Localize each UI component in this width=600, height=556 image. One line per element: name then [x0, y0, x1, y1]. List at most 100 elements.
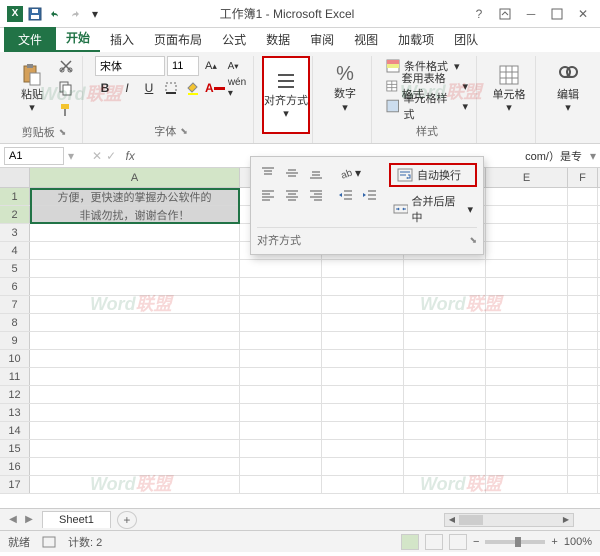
cell[interactable] — [404, 386, 486, 403]
zoom-out-icon[interactable]: − — [473, 536, 479, 548]
cell[interactable] — [568, 314, 598, 331]
scroll-right-icon[interactable]: ▶ — [559, 514, 573, 526]
row-header[interactable]: 17 — [0, 476, 30, 493]
cell[interactable] — [322, 368, 404, 385]
border-icon[interactable] — [161, 78, 181, 98]
cell[interactable] — [322, 476, 404, 493]
view-normal-icon[interactable] — [401, 534, 419, 550]
col-header-a[interactable]: A — [30, 168, 240, 187]
cell[interactable] — [568, 188, 598, 205]
font-color-icon[interactable]: A — [205, 78, 225, 98]
cut-icon[interactable] — [56, 56, 76, 76]
cell[interactable] — [404, 422, 486, 439]
zoom-in-icon[interactable]: + — [551, 536, 557, 548]
cell[interactable] — [568, 332, 598, 349]
tab-addins[interactable]: 加载项 — [388, 27, 444, 52]
cell[interactable] — [486, 440, 568, 457]
cell[interactable] — [568, 206, 598, 223]
phonetic-icon[interactable]: wén▾ — [227, 78, 247, 98]
italic-button[interactable]: I — [117, 78, 137, 98]
row-header[interactable]: 12 — [0, 386, 30, 403]
cell[interactable] — [568, 404, 598, 421]
formula-expand-icon[interactable]: ▾ — [590, 149, 596, 163]
cell[interactable] — [240, 476, 322, 493]
cell[interactable] — [486, 206, 568, 223]
cell[interactable] — [486, 386, 568, 403]
font-size-select[interactable] — [167, 56, 199, 76]
cell[interactable] — [240, 422, 322, 439]
decrease-indent-icon[interactable] — [335, 185, 357, 205]
cell[interactable] — [486, 260, 568, 277]
align-top-icon[interactable] — [257, 163, 279, 183]
minimize-icon[interactable]: ─ — [522, 5, 540, 23]
cell[interactable] — [322, 278, 404, 295]
cell[interactable] — [240, 404, 322, 421]
align-bottom-icon[interactable] — [305, 163, 327, 183]
cell[interactable] — [240, 386, 322, 403]
col-header-e[interactable]: E — [486, 168, 568, 187]
cell[interactable]: 方便，更快速的掌握办公软件的 — [30, 188, 240, 205]
undo-icon[interactable] — [46, 5, 64, 23]
cell[interactable] — [486, 476, 568, 493]
cell[interactable] — [30, 476, 240, 493]
cell[interactable] — [404, 440, 486, 457]
format-painter-icon[interactable] — [56, 100, 76, 120]
row-header[interactable]: 13 — [0, 404, 30, 421]
horizontal-scrollbar[interactable]: ◀ ▶ — [143, 513, 594, 527]
find-button[interactable]: 编辑▾ — [548, 56, 588, 122]
scroll-left-icon[interactable]: ◀ — [445, 514, 459, 526]
cell[interactable] — [404, 314, 486, 331]
cell[interactable] — [240, 332, 322, 349]
status-mode-icon[interactable] — [42, 536, 56, 548]
row-header[interactable]: 1 — [0, 188, 30, 205]
cell[interactable] — [404, 296, 486, 313]
row-header[interactable]: 4 — [0, 242, 30, 259]
tab-review[interactable]: 审阅 — [300, 27, 344, 52]
clipboard-launcher-icon[interactable]: ⬊ — [59, 127, 67, 138]
tab-home[interactable]: 开始 — [56, 25, 100, 52]
cell[interactable] — [486, 350, 568, 367]
cell[interactable] — [486, 314, 568, 331]
tab-team[interactable]: 团队 — [444, 27, 488, 52]
cell[interactable] — [30, 458, 240, 475]
cell[interactable] — [240, 440, 322, 457]
cell[interactable] — [486, 224, 568, 241]
row-header[interactable]: 9 — [0, 332, 30, 349]
row-header[interactable]: 5 — [0, 260, 30, 277]
cell[interactable] — [568, 386, 598, 403]
tab-file[interactable]: 文件 — [4, 27, 56, 52]
cell[interactable] — [568, 260, 598, 277]
merge-center-button[interactable]: 合并后居中▾ — [389, 191, 477, 227]
cell[interactable] — [404, 458, 486, 475]
cell[interactable] — [404, 404, 486, 421]
tab-formulas[interactable]: 公式 — [212, 27, 256, 52]
align-right-icon[interactable] — [305, 185, 327, 205]
copy-icon[interactable] — [56, 78, 76, 98]
increase-indent-icon[interactable] — [359, 185, 381, 205]
cell[interactable] — [322, 314, 404, 331]
cell[interactable] — [240, 458, 322, 475]
cell[interactable] — [568, 278, 598, 295]
cell[interactable]: 非诚勿扰，谢谢合作！ — [30, 206, 240, 223]
cell[interactable] — [30, 368, 240, 385]
cell[interactable] — [568, 422, 598, 439]
row-header[interactable]: 2 — [0, 206, 30, 223]
fx-icon[interactable]: fx — [120, 147, 140, 165]
cell[interactable] — [568, 350, 598, 367]
fill-color-icon[interactable] — [183, 78, 203, 98]
align-center-icon[interactable] — [281, 185, 303, 205]
col-header-f[interactable]: F — [568, 168, 598, 187]
cell[interactable] — [322, 422, 404, 439]
cell[interactable] — [404, 332, 486, 349]
confirm-formula-icon[interactable]: ✓ — [106, 149, 116, 163]
cell[interactable] — [322, 386, 404, 403]
redo-icon[interactable] — [66, 5, 84, 23]
cell[interactable] — [240, 260, 322, 277]
row-header[interactable]: 7 — [0, 296, 30, 313]
cell[interactable] — [322, 296, 404, 313]
alignment-dropdown-button[interactable]: 对齐方式▾ — [262, 56, 310, 134]
cell[interactable] — [486, 296, 568, 313]
view-page-break-icon[interactable] — [449, 534, 467, 550]
cell[interactable] — [404, 350, 486, 367]
cell[interactable] — [322, 260, 404, 277]
